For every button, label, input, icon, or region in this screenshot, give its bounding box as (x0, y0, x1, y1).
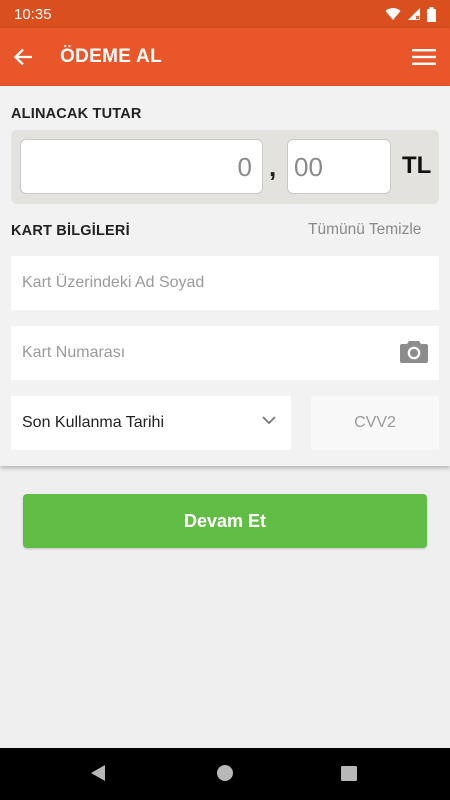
page-title: ÖDEME AL (60, 46, 162, 67)
signal-icon (408, 8, 420, 20)
chevron-down-icon (262, 416, 276, 425)
back-button[interactable] (0, 28, 46, 86)
cardholder-name-placeholder: Kart Üzerindeki Ad Soyad (22, 274, 205, 291)
battery-icon (427, 6, 436, 22)
app-bar: ÖDEME AL (0, 28, 450, 86)
expiry-date-select[interactable]: Son Kullanma Tarihi (11, 396, 291, 450)
expiry-date-label: Son Kullanma Tarihi (22, 414, 165, 431)
arrow-left-icon (13, 48, 32, 66)
cvv-field[interactable]: CVV2 (311, 396, 439, 450)
card-number-placeholder: Kart Numarası (22, 344, 126, 361)
hamburger-menu-icon (412, 49, 436, 65)
amount-decimal-input[interactable]: 00 (287, 139, 391, 194)
currency-label: TL (402, 152, 432, 179)
nav-recent-apps-icon[interactable] (341, 766, 357, 781)
amount-integer-input[interactable]: 0 (20, 139, 263, 194)
cardholder-name-field[interactable]: Kart Üzerindeki Ad Soyad (11, 256, 439, 310)
card-section-label: KART BİLGİLERİ (11, 223, 130, 239)
card-number-field[interactable]: Kart Numarası (11, 326, 439, 380)
payment-form-panel: ALINACAK TUTAR 0 , 00 TL KART BİLGİLERİ … (0, 86, 450, 466)
wifi-icon (385, 8, 401, 20)
status-time: 10:35 (14, 5, 52, 23)
amount-section-label: ALINACAK TUTAR (11, 106, 142, 122)
status-bar: 10:35 (0, 0, 450, 28)
clear-all-button[interactable]: Tümünü Temizle (308, 221, 421, 239)
amount-box: 0 , 00 TL (11, 130, 439, 204)
system-nav-bar (0, 748, 450, 800)
continue-button[interactable]: Devam Et (23, 494, 427, 548)
cvv-placeholder: CVV2 (354, 414, 396, 431)
status-icons (385, 6, 436, 22)
menu-button[interactable] (398, 28, 450, 86)
amount-separator: , (269, 152, 277, 182)
nav-home-icon[interactable] (217, 765, 233, 781)
camera-icon[interactable] (400, 339, 428, 363)
nav-back-icon[interactable] (90, 765, 106, 781)
